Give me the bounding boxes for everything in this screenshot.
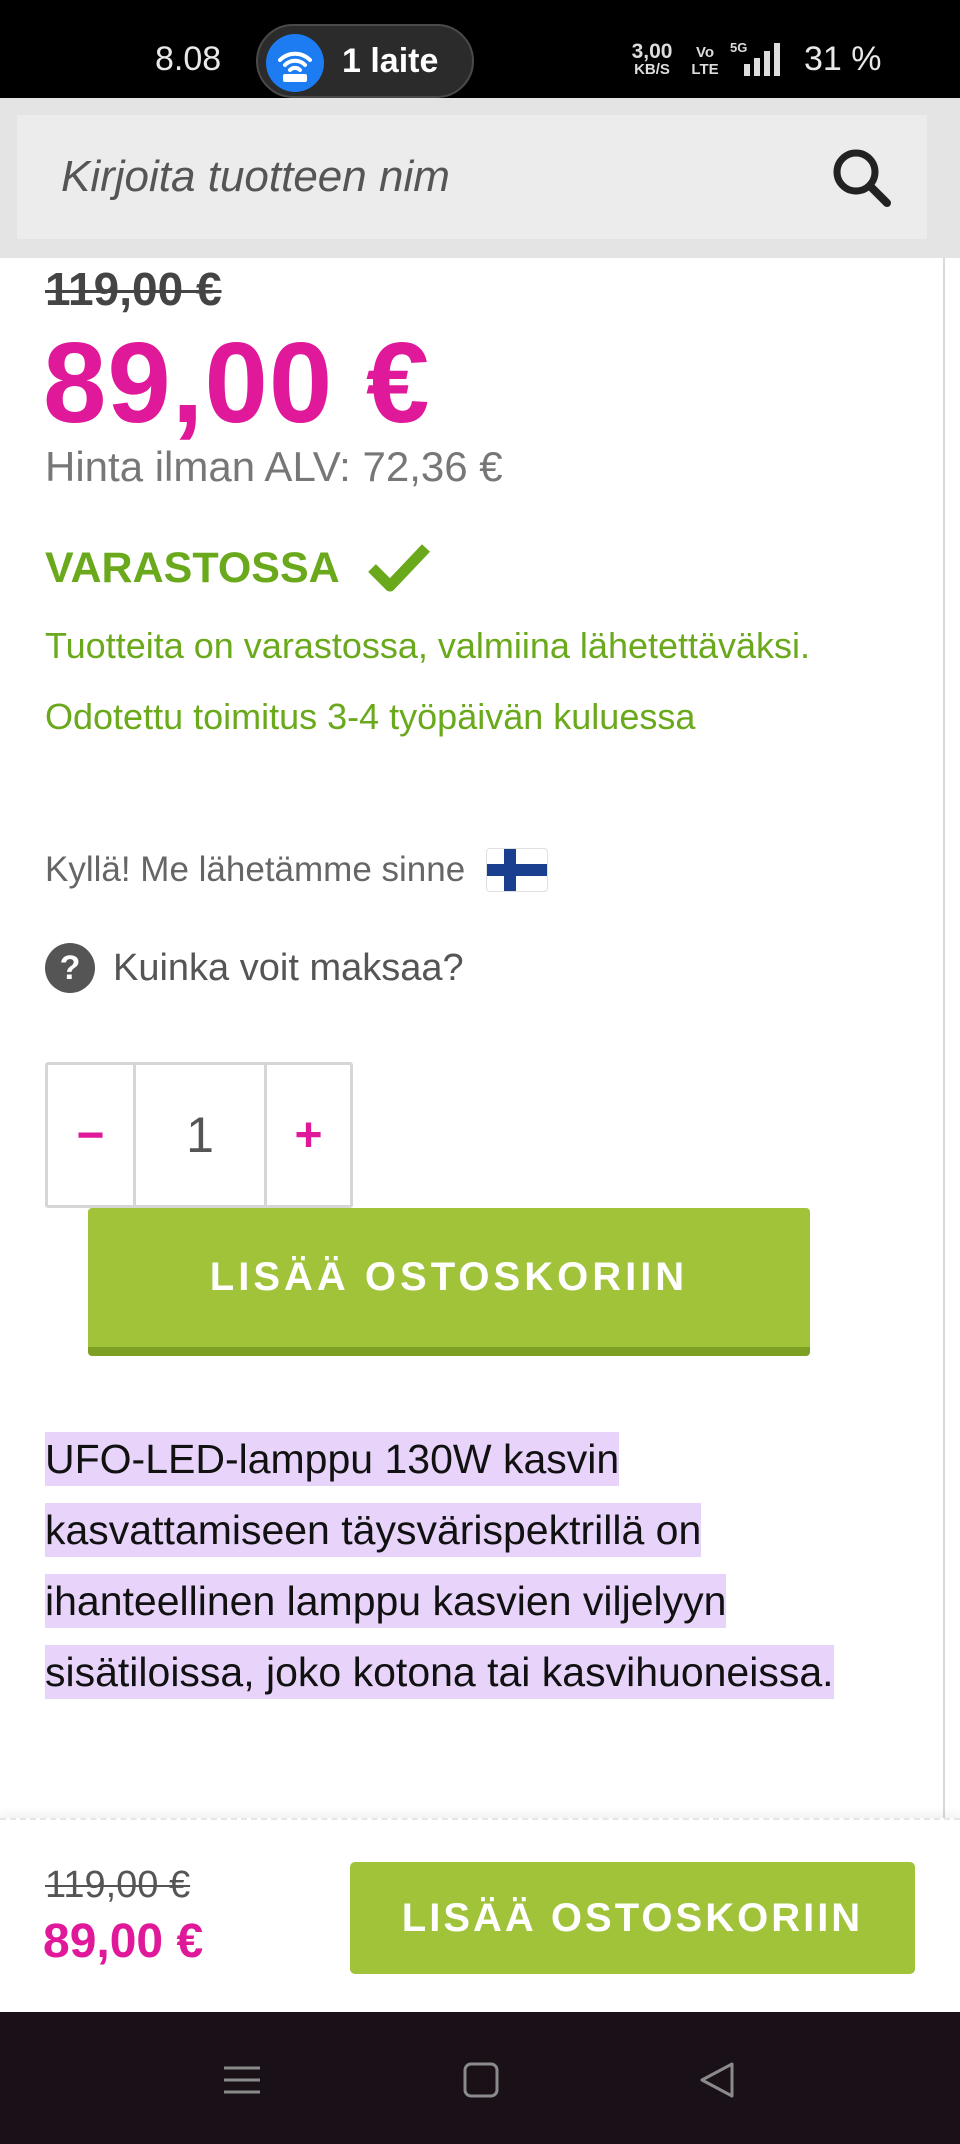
product-description: UFO-LED-lamppu 130W kasvin kasvattamisee…	[45, 1424, 845, 1708]
sticky-current-price: 89,00 €	[43, 1915, 204, 1968]
hotspot-icon	[266, 34, 324, 92]
decrement-button[interactable]: −	[48, 1065, 136, 1205]
shipping-note-text: Kyllä! Me lähetämme sinne	[45, 850, 466, 889]
volte-top: Vo	[695, 44, 715, 61]
volte-bottom: LTE	[691, 61, 719, 78]
add-to-cart-button[interactable]: LISÄÄ OSTOSKORIIN	[88, 1208, 810, 1356]
old-price: 119,00 €	[45, 263, 222, 315]
help-circle-icon: ?	[45, 943, 95, 993]
stock-description: Tuotteita on varastossa, valmiina lähete…	[45, 625, 811, 737]
shipping-note: Kyllä! Me lähetämme sinne	[45, 842, 548, 898]
hotspot-label: 1 laite	[342, 42, 439, 80]
sticky-cart-bar: 119,00 € 89,00 € LISÄÄ OSTOSKORIIN	[0, 1818, 960, 2012]
home-square-icon[interactable]	[451, 2050, 511, 2110]
battery-level: 31 %	[804, 40, 882, 78]
stock-status: VARASTOSSA	[45, 544, 340, 592]
price-without-vat: Hinta ilman ALV: 72,36 €	[45, 443, 503, 490]
menu-icon[interactable]	[212, 2050, 272, 2110]
sticky-old-price: 119,00 €	[45, 1864, 191, 1906]
quantity-stepper: − 1 +	[45, 1062, 353, 1208]
network-speed: 3,00 KB/S	[626, 40, 678, 78]
product-description-text: UFO-LED-lamppu 130W kasvin kasvattamisee…	[45, 1432, 834, 1699]
payment-info-link[interactable]: ? Kuinka voit maksaa?	[45, 941, 464, 995]
volte-indicator: Vo LTE	[690, 44, 720, 78]
search-icon[interactable]	[829, 145, 895, 211]
signal-icon: 5G	[730, 40, 792, 78]
search-bar	[17, 115, 927, 239]
quantity-value[interactable]: 1	[136, 1065, 264, 1205]
finland-flag-icon	[487, 849, 548, 891]
hotspot-pill[interactable]: 1 laite	[256, 24, 474, 98]
status-time: 8.08	[155, 40, 222, 78]
page-edge-divider	[943, 258, 945, 1818]
payment-info-label: Kuinka voit maksaa?	[113, 946, 464, 989]
network-type-label: 5G	[730, 40, 747, 55]
sticky-add-to-cart-button[interactable]: LISÄÄ OSTOSKORIIN	[350, 1862, 915, 1974]
search-input[interactable]	[17, 115, 807, 239]
check-icon	[368, 542, 430, 594]
system-nav-bar	[0, 2012, 960, 2144]
network-speed-unit: KB/S	[634, 61, 670, 78]
status-bar: 8.08 1 laite 3,00 KB/S Vo LTE 5G 31 %	[0, 0, 960, 98]
current-price: 89,00 €	[43, 320, 431, 447]
search-header	[0, 98, 960, 258]
back-triangle-icon[interactable]	[688, 2050, 748, 2110]
network-speed-value: 3,00	[631, 40, 673, 63]
increment-button[interactable]: +	[264, 1065, 350, 1205]
